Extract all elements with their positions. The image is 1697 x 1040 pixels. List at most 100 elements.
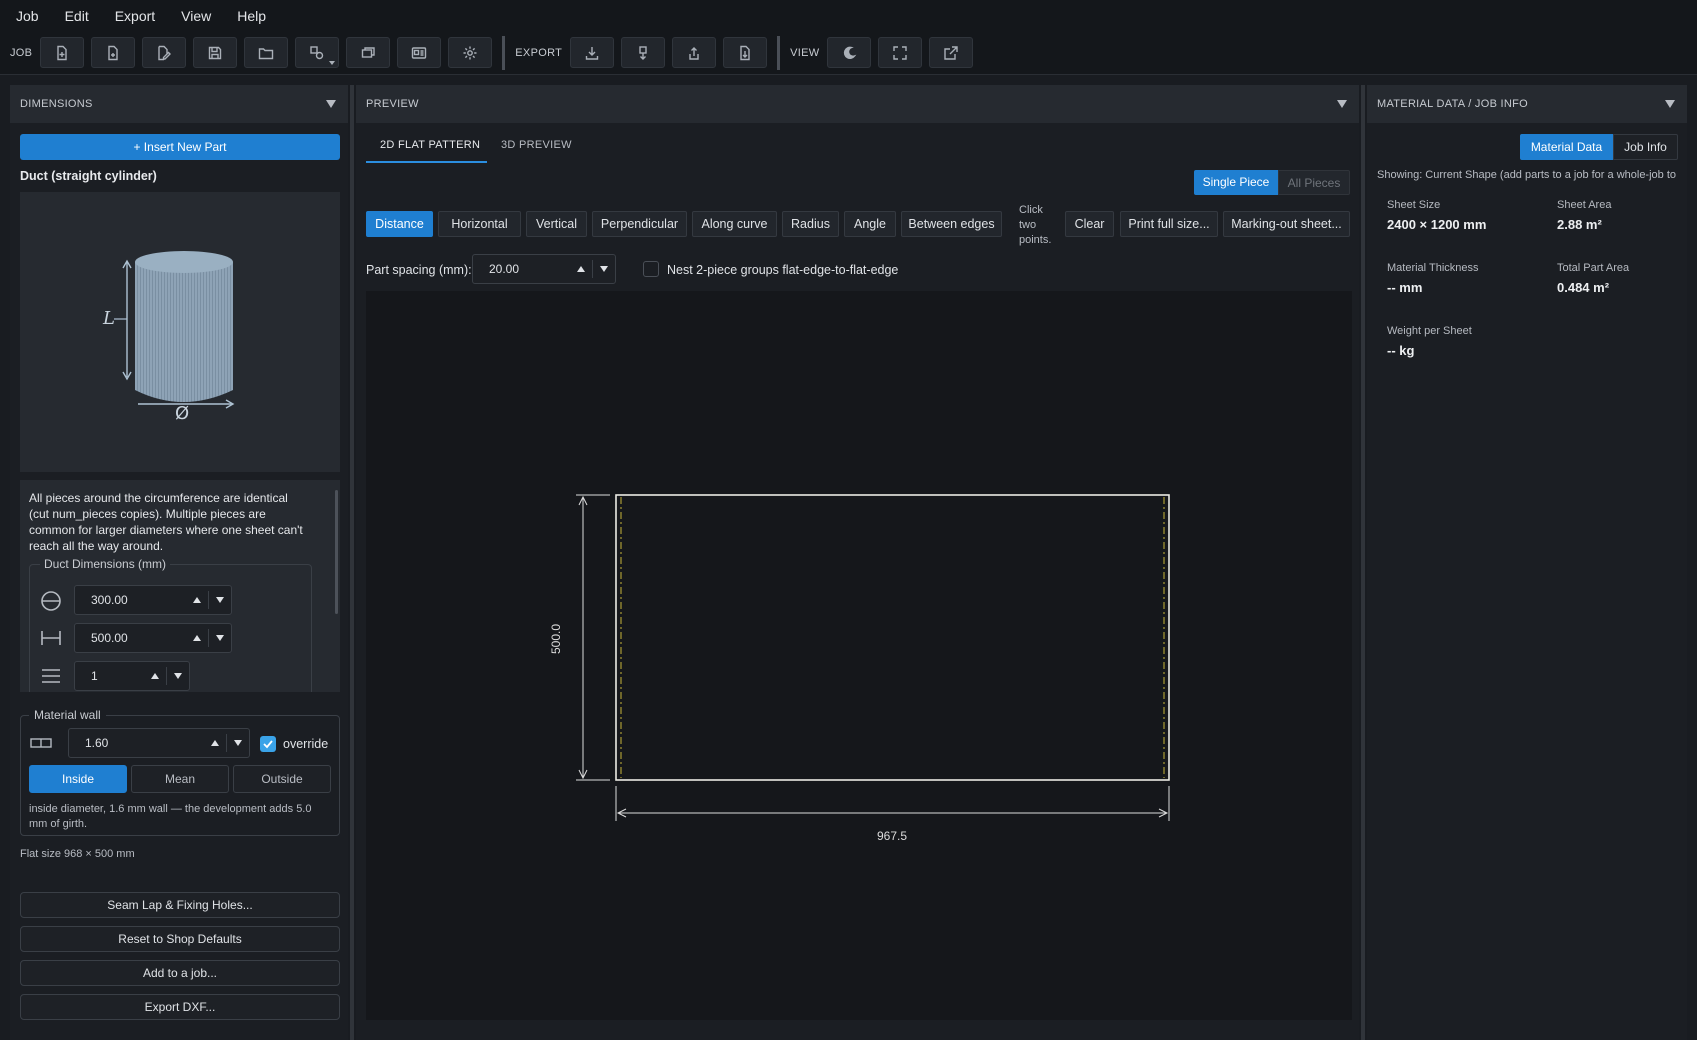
shapes-icon bbox=[310, 45, 324, 59]
flat-size: Flat size 968 × 500 mm bbox=[20, 848, 135, 860]
export-dxf-button[interactable]: Export DXF... bbox=[20, 994, 340, 1020]
duplicate-button[interactable] bbox=[346, 37, 391, 68]
wall-thickness-value[interactable]: 1.60 bbox=[69, 736, 204, 750]
collapse-caret-icon[interactable] bbox=[1337, 100, 1347, 108]
override-checkbox[interactable] bbox=[260, 736, 276, 752]
reset-defaults-button[interactable]: Reset to Shop Defaults bbox=[20, 926, 340, 952]
marking-out-sheet-button[interactable]: Marking-out sheet... bbox=[1223, 211, 1350, 237]
save-button[interactable] bbox=[193, 37, 238, 68]
single-piece-button[interactable]: Single Piece bbox=[1194, 170, 1278, 195]
tool-perpendicular[interactable]: Perpendicular bbox=[592, 211, 687, 237]
increment-button[interactable] bbox=[186, 635, 208, 641]
nest-label[interactable]: Nest 2-piece groups flat-edge-to-flat-ed… bbox=[667, 263, 898, 277]
length-value[interactable]: 500.00 bbox=[75, 631, 186, 645]
dark-mode-button[interactable] bbox=[827, 37, 872, 68]
new-file-icon bbox=[57, 45, 67, 60]
new-job-button[interactable] bbox=[40, 37, 85, 68]
collapse-caret-icon[interactable] bbox=[326, 100, 336, 108]
upload-icon bbox=[689, 46, 699, 60]
tab-job-info[interactable]: Job Info bbox=[1613, 134, 1678, 160]
menu-job[interactable]: Job bbox=[0, 8, 52, 24]
shape-title: Duct (straight cylinder) bbox=[20, 169, 157, 183]
length-stepper[interactable]: 500.00 bbox=[74, 623, 232, 653]
dimensions-panel-header[interactable]: DIMENSIONS bbox=[10, 85, 348, 123]
tool-radius[interactable]: Radius bbox=[782, 211, 839, 237]
edit-job-button[interactable] bbox=[142, 37, 187, 68]
material-wall-title: Material wall bbox=[29, 708, 106, 722]
increment-button[interactable] bbox=[204, 740, 226, 746]
increment-button[interactable] bbox=[186, 597, 208, 603]
shapes-button[interactable] bbox=[295, 37, 340, 68]
collapse-caret-icon[interactable] bbox=[1665, 100, 1675, 108]
settings-button[interactable] bbox=[448, 37, 493, 68]
export-pin-button[interactable] bbox=[621, 37, 666, 68]
part-spacing-stepper[interactable]: 20.00 bbox=[472, 254, 616, 284]
export-upload-button[interactable] bbox=[672, 37, 717, 68]
export-download-button[interactable] bbox=[570, 37, 615, 68]
insert-new-part-button[interactable]: + Insert New Part bbox=[20, 134, 340, 160]
decrement-button[interactable] bbox=[227, 740, 249, 746]
decrement-button[interactable] bbox=[167, 673, 189, 679]
tab-2d-flat-pattern[interactable]: 2D FLAT PATTERN bbox=[380, 139, 480, 151]
all-pieces-button[interactable]: All Pieces bbox=[1278, 170, 1350, 195]
seam-lap-button[interactable]: Seam Lap & Fixing Holes... bbox=[20, 892, 340, 918]
pieces-value[interactable]: 1 bbox=[75, 669, 144, 683]
print-full-size-button[interactable]: Print full size... bbox=[1120, 211, 1218, 237]
job-card-button[interactable] bbox=[397, 37, 442, 68]
increment-button[interactable] bbox=[144, 673, 166, 679]
mode-inside-button[interactable]: Inside bbox=[29, 765, 127, 793]
tool-distance[interactable]: Distance bbox=[366, 211, 433, 237]
open-button[interactable] bbox=[244, 37, 289, 68]
tool-vertical[interactable]: Vertical bbox=[526, 211, 587, 237]
popout-button[interactable] bbox=[929, 37, 974, 68]
menu-export[interactable]: Export bbox=[102, 8, 168, 24]
flat-pattern-canvas[interactable]: 500.0 967.5 bbox=[366, 291, 1352, 1020]
download-icon bbox=[585, 46, 599, 60]
new-part-button[interactable] bbox=[91, 37, 136, 68]
nest-checkbox[interactable] bbox=[643, 261, 659, 277]
menu-edit[interactable]: Edit bbox=[52, 8, 102, 24]
material-data-panel-header[interactable]: MATERIAL DATA / JOB INFO bbox=[1367, 85, 1687, 123]
mode-mean-button[interactable]: Mean bbox=[131, 765, 229, 793]
export-file-button[interactable] bbox=[723, 37, 768, 68]
shape-description: All pieces around the circumference are … bbox=[29, 491, 303, 553]
dimensions-title: DIMENSIONS bbox=[20, 98, 93, 110]
menu-bar: Job Edit Export View Help bbox=[0, 0, 1697, 31]
pieces-stepper[interactable]: 1 bbox=[74, 661, 190, 691]
tab-3d-preview[interactable]: 3D PREVIEW bbox=[501, 139, 572, 151]
total-part-area-value: 0.484 m² bbox=[1557, 280, 1610, 295]
duct-dimensions-title: Duct Dimensions (mm) bbox=[40, 557, 171, 571]
measure-hint: Click two points. bbox=[1019, 204, 1052, 246]
decrement-button[interactable] bbox=[593, 266, 615, 272]
material-data-title: MATERIAL DATA / JOB INFO bbox=[1377, 98, 1529, 110]
part-spacing-value[interactable]: 20.00 bbox=[473, 262, 570, 276]
preview-panel-header[interactable]: PREVIEW bbox=[356, 85, 1359, 123]
decrement-button[interactable] bbox=[209, 597, 231, 603]
toolbar-view-label: VIEW bbox=[790, 46, 820, 59]
tool-along-curve[interactable]: Along curve bbox=[692, 211, 777, 237]
gear-icon bbox=[463, 46, 477, 59]
tool-horizontal[interactable]: Horizontal bbox=[438, 211, 521, 237]
diameter-stepper[interactable]: 300.00 bbox=[74, 585, 232, 615]
menu-help[interactable]: Help bbox=[224, 8, 279, 24]
mode-outside-button[interactable]: Outside bbox=[233, 765, 331, 793]
diameter-value[interactable]: 300.00 bbox=[75, 593, 186, 607]
tab-material-data[interactable]: Material Data bbox=[1520, 134, 1613, 160]
wall-thickness-stepper[interactable]: 1.60 bbox=[68, 728, 250, 758]
tool-angle[interactable]: Angle bbox=[844, 211, 896, 237]
edit-file-icon bbox=[158, 45, 172, 60]
decrement-button[interactable] bbox=[209, 635, 231, 641]
tool-between-edges[interactable]: Between edges bbox=[901, 211, 1002, 237]
override-label[interactable]: override bbox=[283, 737, 328, 751]
pieces-icon bbox=[42, 669, 60, 683]
add-to-job-button[interactable]: Add to a job... bbox=[20, 960, 340, 986]
clear-button[interactable]: Clear bbox=[1065, 211, 1114, 237]
pin-icon bbox=[639, 45, 647, 60]
menu-view[interactable]: View bbox=[168, 8, 224, 24]
right-splitter[interactable] bbox=[1361, 85, 1365, 1040]
left-splitter[interactable] bbox=[350, 85, 354, 1040]
fullscreen-button[interactable] bbox=[878, 37, 923, 68]
dimensions-scroll-area[interactable]: All pieces around the circumference are … bbox=[20, 480, 340, 692]
increment-button[interactable] bbox=[570, 266, 592, 272]
scrollbar-thumb[interactable] bbox=[335, 490, 338, 614]
